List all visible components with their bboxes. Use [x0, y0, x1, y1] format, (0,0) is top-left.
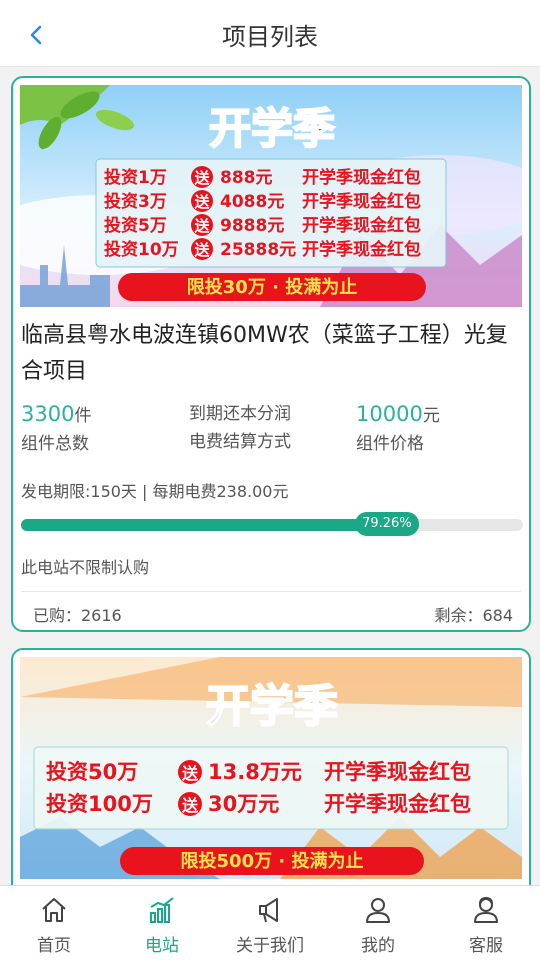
banner-row-gift: 送: [193, 169, 210, 187]
stat-unit: 元: [422, 406, 440, 426]
banner-row-gift: 送: [193, 193, 210, 211]
banner-row-reward: 开学季现金红包: [302, 239, 421, 260]
period-info: 发电期限:150天 | 每期电费238.00元: [21, 482, 289, 501]
project-card[interactable]: 开学季 投资50万 送 13.8万元 开学季现金红包 投资100万 送 30万元…: [11, 648, 531, 885]
banner-limit: 限投500万 · 投满为止: [181, 850, 364, 872]
remaining-count: 剩余：684: [434, 606, 513, 625]
tab-label: 我的: [361, 936, 395, 956]
banner-row-invest: 投资1万: [104, 167, 167, 188]
tab-mine[interactable]: 我的: [324, 886, 432, 961]
tab-label: 关于我们: [236, 936, 304, 956]
banner-row-invest: 投资10万: [104, 239, 179, 260]
banner-row-invest: 投资5万: [104, 215, 167, 236]
banner-row-amount: 888元: [220, 168, 273, 188]
tab-customer-service[interactable]: 客服: [432, 886, 540, 961]
purchase-note: 此电站不限制认购: [21, 558, 150, 577]
service-icon: [474, 896, 498, 923]
stat-label: 组件总数: [21, 434, 89, 454]
progress-bar: 79.26%: [21, 512, 523, 536]
banner-row-reward: 开学季现金红包: [324, 760, 471, 784]
progress-percent: 79.26%: [354, 512, 419, 536]
banner-row-gift: 送: [181, 796, 199, 815]
bought-count: 已购：2616: [33, 606, 122, 625]
banner-row-amount: 4088元: [220, 192, 284, 212]
banner-limit: 限投30万 · 投满为止: [187, 276, 357, 298]
bar-chart-icon: [150, 897, 174, 923]
banner-title: 开学季: [209, 104, 335, 153]
tab-label: 电站: [145, 936, 179, 956]
stat-settlement: 到期还本分润 电费结算方式: [189, 400, 291, 456]
banner-row-gift: 送: [181, 764, 199, 783]
bottom-tab-bar: 首页 电站 关于我们 我的 客服: [0, 885, 540, 961]
tab-about-us[interactable]: 关于我们: [216, 886, 324, 961]
stat-value: 3300: [21, 402, 75, 426]
tab-label: 客服: [469, 936, 503, 956]
tab-power-station[interactable]: 电站: [108, 886, 216, 961]
project-card[interactable]: 开学季 投资1万 送 888元 开学季现金红包 投资3万 送 4088元 开学季…: [11, 76, 531, 632]
project-title[interactable]: 临高县粤水电波连镇60MW农（菜篮子工程）光复合项目: [21, 318, 521, 390]
banner-row-amount: 25888元: [220, 240, 296, 260]
stat-component-count: 3300件 组件总数: [21, 400, 91, 458]
stat-value: 10000: [356, 402, 423, 426]
banner-row-invest: 投资3万: [104, 191, 167, 212]
promo-banner[interactable]: 开学季 投资1万 送 888元 开学季现金红包 投资3万 送 4088元 开学季…: [20, 85, 522, 307]
divider: [21, 591, 521, 592]
banner-row-amount: 13.8万元: [208, 760, 302, 784]
header-bar: 项目列表: [0, 0, 540, 67]
home-icon: [42, 898, 66, 922]
banner-row-amount: 9888元: [220, 216, 284, 236]
stat-label: 组件价格: [356, 434, 424, 454]
stat-value: 到期还本分润: [189, 404, 291, 424]
banner-title: 开学季: [206, 681, 338, 732]
banner-row-invest: 投资50万: [46, 760, 138, 784]
tab-label: 首页: [37, 936, 71, 956]
tab-home[interactable]: 首页: [0, 886, 108, 961]
stat-label: 电费结算方式: [189, 432, 291, 452]
banner-row-amount: 30万元: [208, 792, 279, 816]
banner-row-reward: 开学季现金红包: [302, 191, 421, 212]
banner-row-reward: 开学季现金红包: [302, 215, 421, 236]
project-list[interactable]: 开学季 投资1万 送 888元 开学季现金红包 投资3万 送 4088元 开学季…: [0, 67, 540, 885]
banner-row-gift: 送: [193, 241, 210, 259]
megaphone-icon: [259, 898, 278, 923]
banner-row-reward: 开学季现金红包: [302, 167, 421, 188]
banner-row-gift: 送: [193, 217, 210, 235]
stat-unit: 件: [74, 406, 92, 426]
stat-component-price: 10000元 组件价格: [356, 400, 440, 458]
banner-row-invest: 投资100万: [46, 792, 153, 816]
user-icon: [366, 898, 390, 923]
page-title: 项目列表: [222, 23, 318, 51]
banner-row-reward: 开学季现金红包: [324, 792, 471, 816]
promo-banner[interactable]: 开学季 投资50万 送 13.8万元 开学季现金红包 投资100万 送 30万元…: [20, 657, 522, 879]
